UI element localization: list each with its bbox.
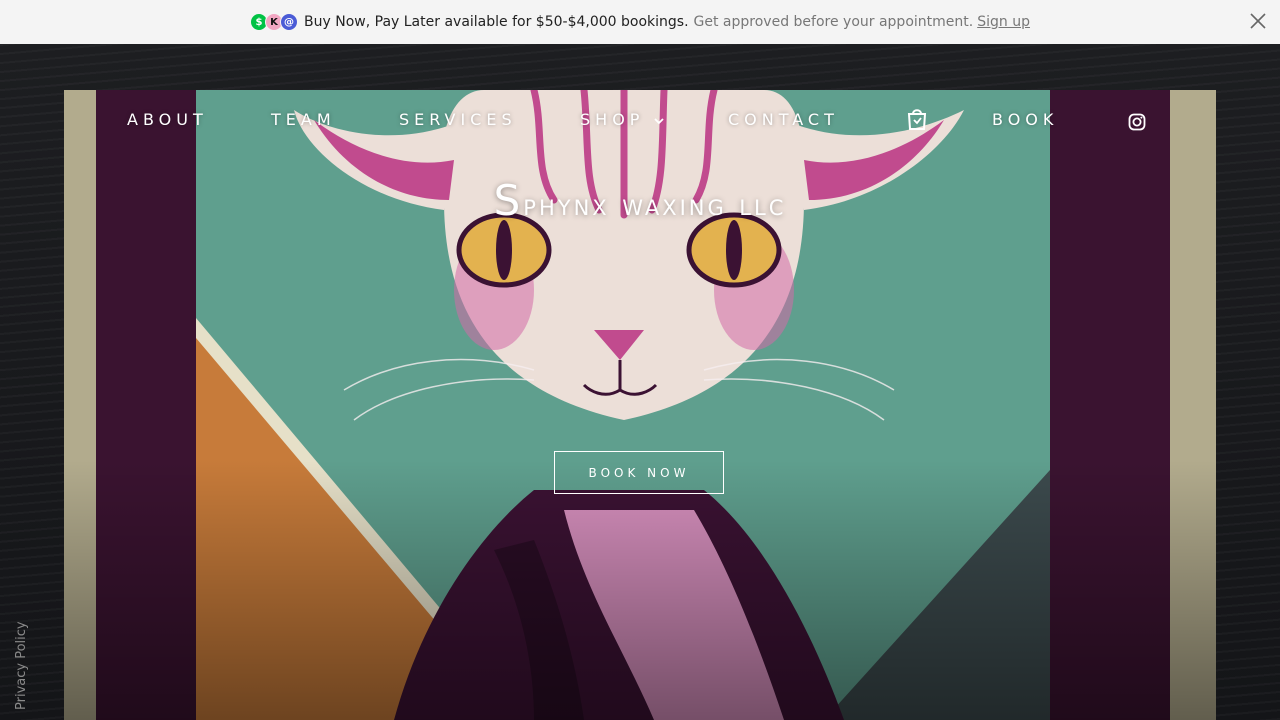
nav-shop[interactable]: SHOP: [580, 110, 665, 129]
nav-shop-label: SHOP: [580, 110, 645, 129]
site-title-initial: S: [493, 176, 524, 225]
banner-main-text: Buy Now, Pay Later available for $50-$4,…: [304, 14, 689, 30]
promo-banner: $ K @ Buy Now, Pay Later available for $…: [0, 0, 1280, 44]
site-title-rest: phynx waxing llc: [523, 188, 787, 223]
hero-fade-overlay: [64, 460, 1216, 720]
nav-about[interactable]: ABOUT: [127, 110, 208, 129]
payment-logos: $ K @: [250, 13, 299, 31]
banner-sub-text: Get approved before your appointment.: [693, 14, 974, 30]
nav-team[interactable]: TEAM: [271, 110, 336, 129]
signup-link[interactable]: Sign up: [977, 14, 1030, 30]
main-nav: ABOUT TEAM SERVICES SHOP CONTACT BOOK: [64, 90, 1216, 150]
instagram-icon[interactable]: [1128, 113, 1146, 131]
privacy-policy-link[interactable]: Privacy Policy: [14, 621, 29, 710]
book-now-button[interactable]: BOOK NOW: [554, 451, 724, 494]
site-title: Sphynx waxing llc: [64, 176, 1216, 225]
close-icon[interactable]: [1248, 11, 1268, 31]
shopping-bag-icon[interactable]: [906, 107, 928, 131]
afterpay-logo-icon: @: [280, 13, 299, 31]
nav-contact[interactable]: CONTACT: [728, 110, 839, 129]
chevron-down-icon: [653, 117, 664, 124]
nav-services[interactable]: SERVICES: [399, 110, 517, 129]
nav-book[interactable]: BOOK: [992, 110, 1058, 129]
